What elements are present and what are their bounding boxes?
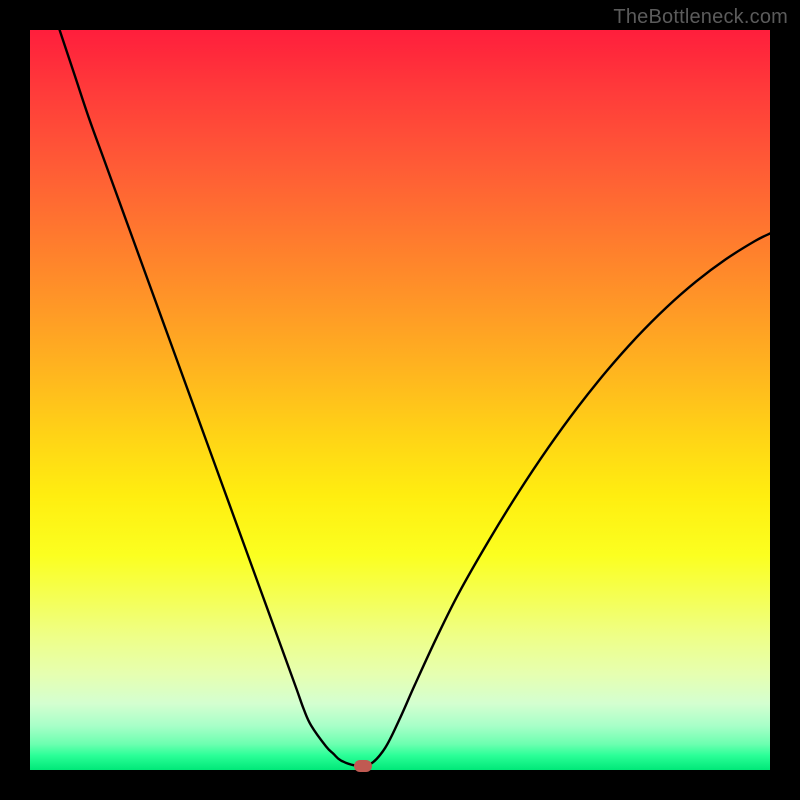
chart-frame: TheBottleneck.com <box>0 0 800 800</box>
watermark-text: TheBottleneck.com <box>613 6 788 29</box>
bottleneck-curve <box>30 30 770 770</box>
optimal-point-marker <box>354 760 372 772</box>
plot-area <box>30 30 770 770</box>
curve-path <box>60 30 770 766</box>
